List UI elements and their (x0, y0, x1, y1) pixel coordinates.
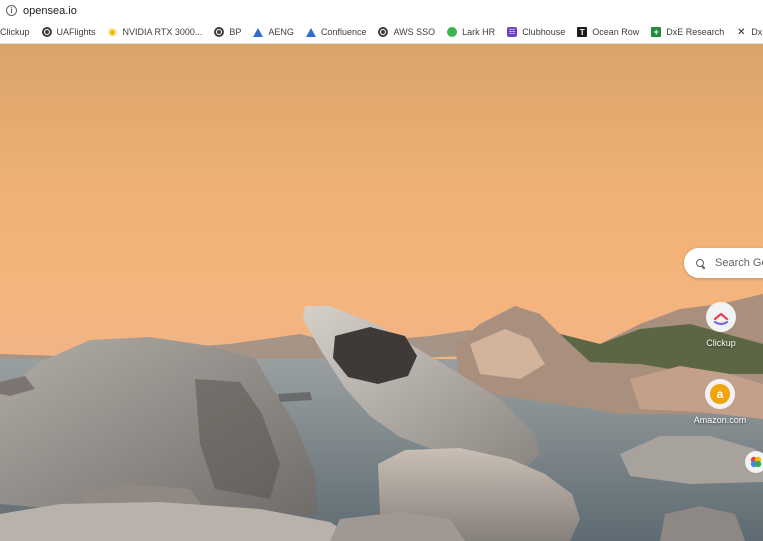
bookmark-aeng[interactable]: AENG (253, 27, 294, 37)
bookmark-label: Confluence (320, 27, 367, 37)
bookmark-confluence[interactable]: Confluence (305, 27, 367, 37)
bookmark-label: Ocean Row (592, 27, 640, 37)
bookmark-lark-hr[interactable]: Lark HR (447, 27, 495, 37)
search-placeholder: Search Go (715, 257, 763, 269)
search-icon (696, 258, 705, 268)
shield-icon: ◉ (108, 26, 117, 38)
t-icon: T (577, 27, 588, 37)
url-text[interactable]: opensea.io (23, 5, 77, 17)
globe-icon (214, 27, 225, 37)
bookmark-label: Clickup (0, 27, 30, 37)
bookmark-label: BP (229, 27, 242, 37)
atlassian-icon (253, 27, 264, 37)
bookmark-dxe-db[interactable]: ✕ DxE DB (736, 26, 763, 38)
bookmark-label: NVIDIA RTX 3000... (122, 27, 203, 37)
clubhouse-icon: ☷ (507, 27, 518, 37)
bookmark-clickup[interactable]: Clickup (0, 27, 30, 37)
shortcut-clickup[interactable]: Clickup (691, 302, 751, 348)
bookmark-nvidia[interactable]: ◉ NVIDIA RTX 3000... (108, 26, 203, 38)
shortcut-amazon[interactable]: a Amazon.com (690, 379, 750, 425)
dxe-icon: ✕ (737, 26, 746, 38)
bookmark-label: DxE Research (666, 27, 725, 37)
bookmark-label: Lark HR (462, 27, 496, 37)
globe-icon (41, 27, 52, 37)
photos-icon (750, 456, 762, 468)
bookmarks-bar: Clickup UAFlights ◉ NVIDIA RTX 3000... B… (0, 21, 763, 44)
bookmark-label: UAFlights (56, 27, 96, 37)
lark-icon (447, 27, 458, 37)
atlassian-icon (305, 27, 316, 37)
plus-icon: + (651, 27, 662, 37)
bookmark-label: AWS SSO (393, 27, 436, 37)
bookmark-aws-sso[interactable]: AWS SSO (378, 27, 435, 37)
clickup-icon (706, 302, 736, 332)
shortcut-photos[interactable] (745, 451, 763, 473)
bookmark-label: Clubhouse (522, 27, 566, 37)
bookmark-bp[interactable]: BP (214, 27, 241, 37)
bookmark-uaflights[interactable]: UAFlights (41, 27, 96, 37)
amazon-icon: a (705, 379, 735, 409)
shortcut-label: Amazon.com (693, 415, 747, 425)
bookmark-ocean-row[interactable]: T Ocean Row (577, 27, 639, 37)
globe-icon (378, 27, 389, 37)
bookmark-clubhouse[interactable]: ☷ Clubhouse (507, 27, 565, 37)
shortcut-label: Clickup (706, 338, 736, 348)
search-box[interactable]: Search Go (684, 248, 763, 278)
background-photo (0, 44, 763, 541)
info-icon[interactable]: i (6, 5, 17, 16)
bookmark-dxe-research[interactable]: + DxE Research (651, 27, 724, 37)
bookmark-label: DxE DB (751, 27, 763, 37)
bookmark-label: AENG (268, 27, 294, 37)
address-bar[interactable]: i opensea.io (0, 0, 763, 21)
